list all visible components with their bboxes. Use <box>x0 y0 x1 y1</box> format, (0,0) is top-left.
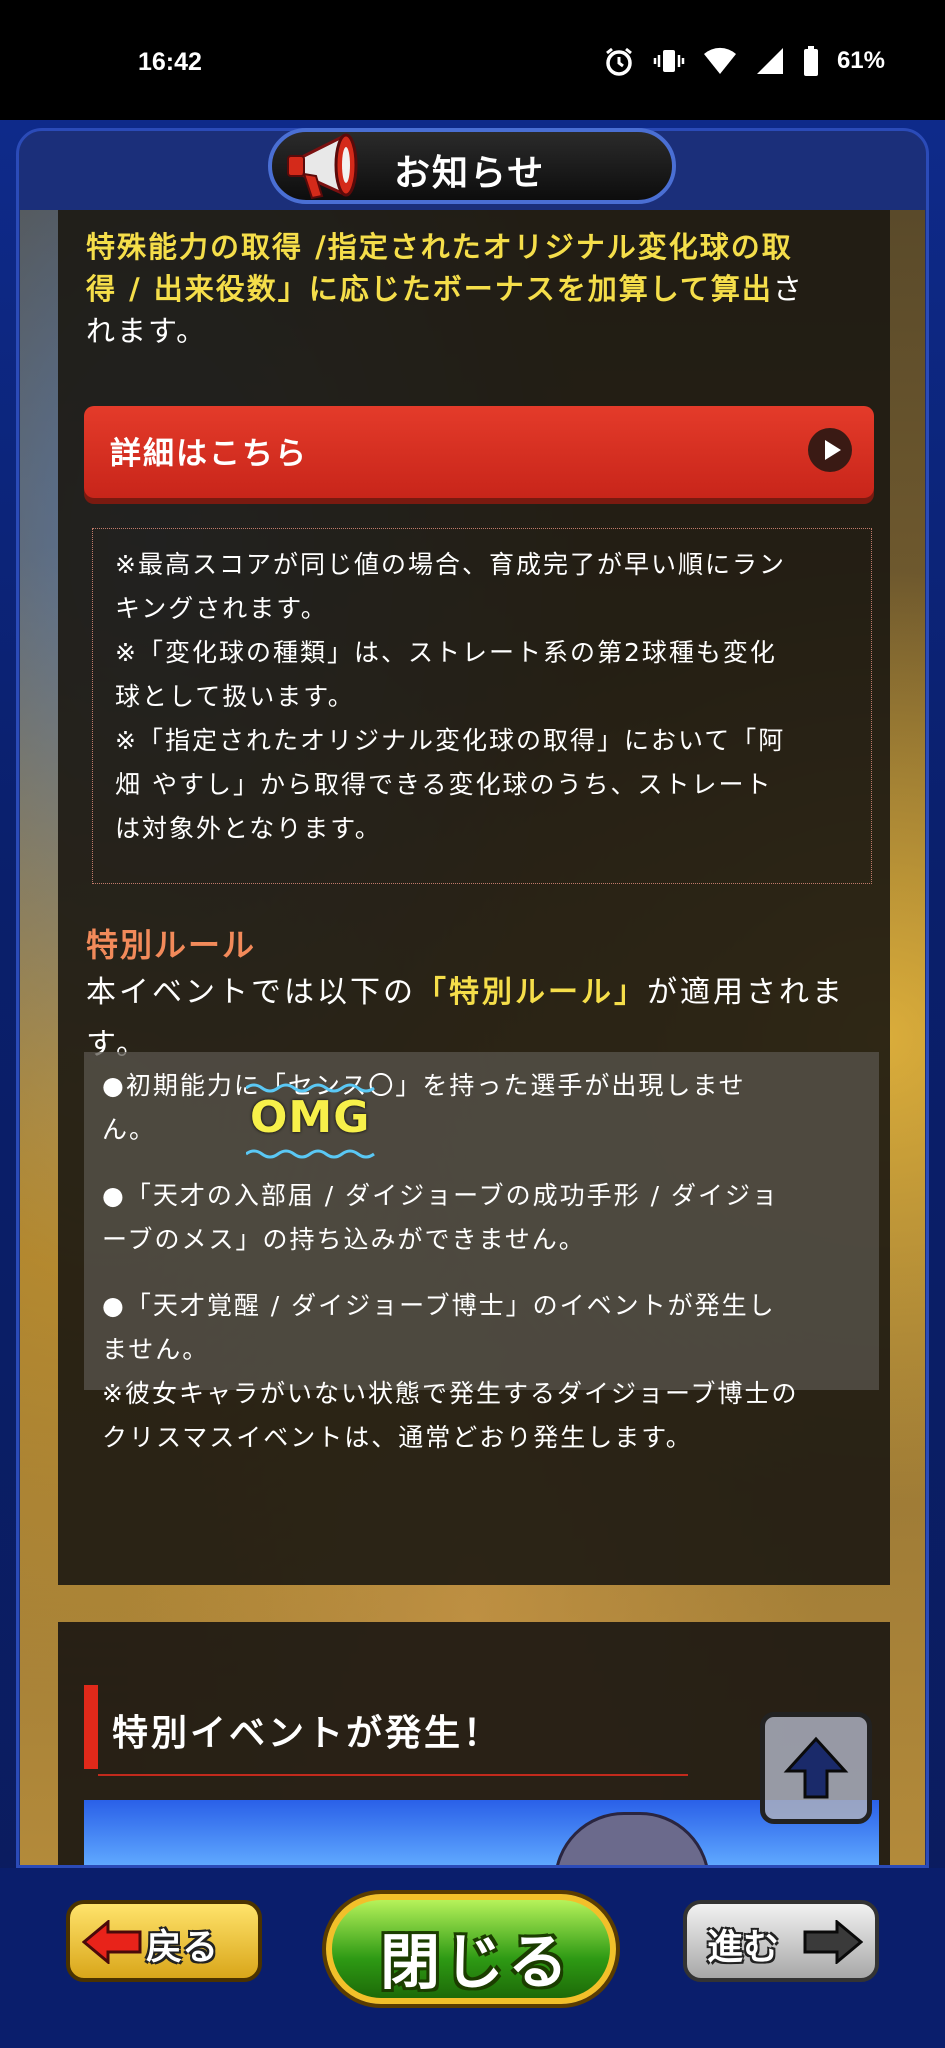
special-rule-body: 本イベントでは以下の「特別ルール」が適用されま <box>86 966 845 1020</box>
note-line: ※最高スコアが同じ値の場合、育成完了が早い順にラン <box>115 550 786 579</box>
rule-line: ん。 <box>102 1115 157 1144</box>
note-line: キングされます。 <box>115 594 328 623</box>
title-bar: お知らせ <box>268 128 676 204</box>
left-arrow-icon <box>82 1920 142 1964</box>
details-button-label: 詳細はこちら <box>110 436 308 472</box>
rule-line: ●「天才の入部届 / ダイジョーブの成功手形 / ダイジョ <box>102 1181 779 1210</box>
intro-line3: れます。 <box>86 314 208 348</box>
intro-line2-rest: さ <box>772 272 804 306</box>
intro-line2-highlight: 得 / 出来役数」に応じたボーナスを加算して算出 <box>86 272 773 306</box>
section-accent-bar <box>84 1685 98 1769</box>
page-title: お知らせ <box>394 153 546 194</box>
special-rule-heading: 特別ルール <box>86 926 257 964</box>
scroll-to-top-button[interactable] <box>760 1712 872 1824</box>
notes-box: ※最高スコアが同じ値の場合、育成完了が早い順にラン キングされます。 ※「変化球… <box>92 528 872 884</box>
alarm-icon <box>606 47 632 76</box>
close-button[interactable]: 閉じる <box>326 1894 616 2004</box>
rules-box: ●初期能力に「センス〇」を持った選手が出現しませ ん。 ●「天才の入部届 / ダ… <box>84 1052 879 1390</box>
character-illustration <box>554 1812 710 1865</box>
status-icons: 61% <box>603 45 885 77</box>
special-rule-pre: 本イベントでは以下の <box>86 975 416 1010</box>
forward-button[interactable]: 進む <box>683 1900 879 1982</box>
section-title: 特別イベントが発生！ <box>112 1713 503 1754</box>
back-button[interactable]: 戻る <box>66 1900 262 1982</box>
note-line: 球として扱います。 <box>115 682 355 711</box>
section-divider <box>98 1774 688 1776</box>
battery-icon <box>803 46 818 76</box>
note-line: ※「指定されたオリジナル変化球の取得」において「阿 <box>115 726 786 755</box>
status-time: 16:42 <box>138 48 202 76</box>
rule-line: クリスマスイベントは、通常どおり発生します。 <box>102 1423 693 1452</box>
battery-percent: 61% <box>836 47 885 74</box>
close-button-label: 閉じる <box>380 1928 572 1998</box>
note-line: は対象外となります。 <box>115 814 382 843</box>
wavy-underline-bottom <box>246 1149 375 1159</box>
play-arrow-icon <box>808 428 852 472</box>
vibrate-icon <box>653 50 685 72</box>
up-arrow-icon <box>783 1736 849 1799</box>
rule-line: ●初期能力に「センス〇」を持った選手が出現しませ <box>102 1071 746 1100</box>
special-rule-post: が適用されま <box>647 975 845 1010</box>
notice-content[interactable]: 特殊能力の取得 /指定されたオリジナル変化球の取 得 / 出来役数」に応じたボー… <box>20 210 925 1865</box>
rule-line: ません。 <box>102 1335 210 1364</box>
details-button[interactable]: 詳細はこちら <box>84 406 874 498</box>
signal-icon <box>756 48 783 74</box>
back-button-label: 戻る <box>146 1927 219 1968</box>
right-arrow-icon <box>803 1920 863 1964</box>
omg-overlay-text: OMG <box>250 1092 371 1143</box>
wifi-icon <box>703 47 736 74</box>
note-line: ※「変化球の種類」は、ストレート系の第2球種も変化 <box>115 638 777 667</box>
status-bar: 16:42 61% <box>0 0 945 120</box>
rule-line: ※彼女キャラがいない状態で発生するダイジョーブ博士の <box>102 1379 799 1408</box>
note-line: 畑 やすし」から取得できる変化球のうち、ストレート <box>115 770 773 799</box>
rule-line: ●「天才覚醒 / ダイジョーブ博士」のイベントが発生し <box>102 1291 776 1320</box>
special-rule-highlight: 「特別ルール」 <box>416 975 647 1010</box>
megaphone-icon <box>287 133 358 200</box>
forward-button-label: 進む <box>707 1927 780 1968</box>
rule-line: ーブのメス」の持ち込みができません。 <box>102 1225 586 1254</box>
